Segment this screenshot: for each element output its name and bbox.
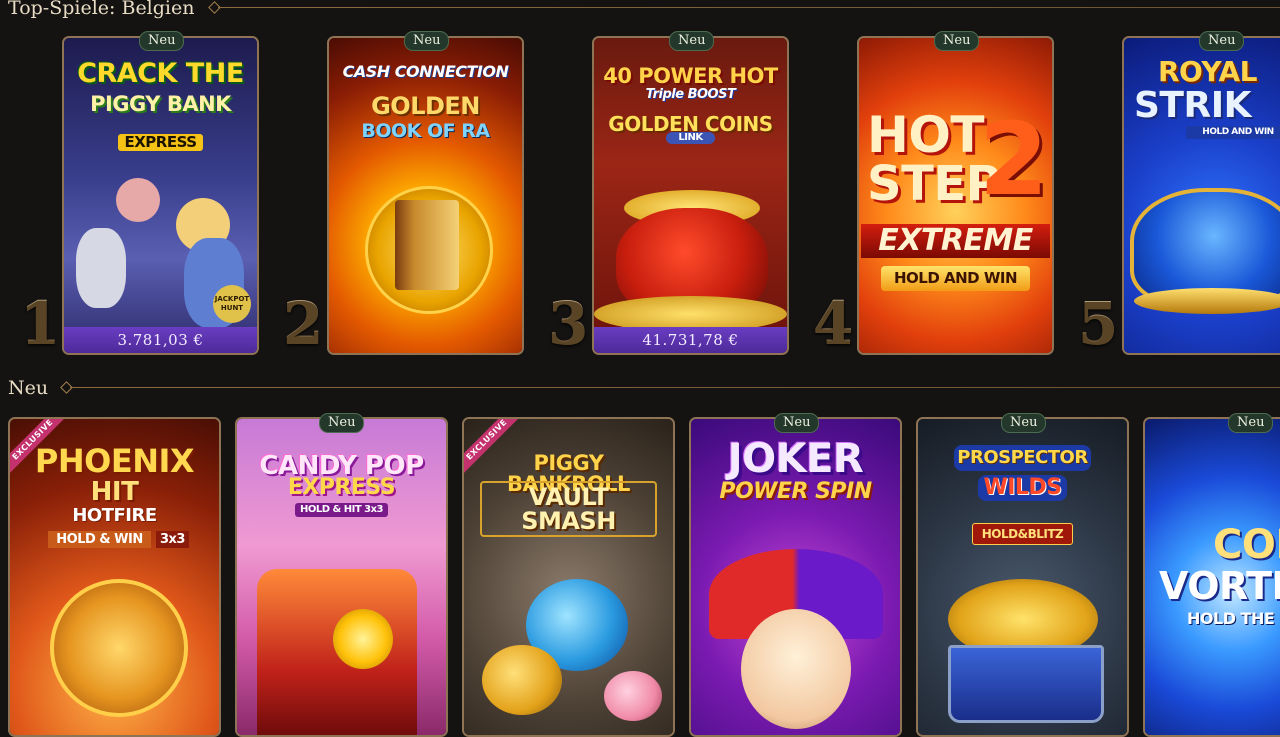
header-divider bbox=[70, 387, 1280, 388]
rank-number: 5 bbox=[1078, 289, 1119, 357]
game-title: ROYAL bbox=[1158, 55, 1257, 88]
game-subtitle: HOLD AND WIN bbox=[1186, 126, 1280, 139]
game-title: BOOK OF RA bbox=[361, 120, 490, 142]
game-subtitle: POWER SPIN bbox=[719, 479, 872, 504]
game-subtitle: EXPRESS bbox=[118, 134, 203, 151]
game-subtitle: HOLD & HIT 3x3 bbox=[295, 503, 388, 517]
game-subtitle: HOLD&BLITZ bbox=[972, 523, 1073, 545]
game-subtitle: 3x3 bbox=[156, 531, 189, 548]
game-title: 40 POWER HOT bbox=[603, 64, 778, 88]
jackpot-hunt-logo: JACKPOT HUNT bbox=[213, 285, 251, 323]
new-badge: Neu bbox=[669, 31, 715, 51]
game-title: PHOENIX bbox=[34, 442, 195, 480]
game-card-golden-book-of-ra[interactable]: CASH CONNECTION GOLDEN BOOK OF RA bbox=[327, 36, 524, 355]
game-card-piggy-bankroll-vault-smash[interactable]: EXCLUSIVE PIGGY BANKROLL VAULT SMASH bbox=[462, 417, 675, 737]
game-title: STRIK bbox=[1134, 85, 1252, 126]
new-badge: Neu bbox=[934, 31, 980, 51]
game-title: EXPRESS bbox=[287, 475, 396, 500]
game-title: PROSPECTOR bbox=[954, 445, 1091, 471]
rank-number: 3 bbox=[548, 289, 589, 357]
pig-character bbox=[116, 178, 160, 222]
game-title: JOKER bbox=[727, 436, 864, 482]
new-badge: Neu bbox=[1228, 413, 1274, 433]
character-figure bbox=[76, 228, 126, 308]
game-card-hot-step-2-extreme[interactable]: HOT STEP 2 EXTREME HOLD AND WIN bbox=[857, 36, 1054, 355]
pink-piggy bbox=[604, 671, 662, 721]
game-subtitle: EXTREME bbox=[861, 224, 1050, 258]
new-badge: Neu bbox=[404, 31, 450, 51]
game-card-prospector-wilds[interactable]: PROSPECTOR WILDS HOLD&BLITZ bbox=[916, 417, 1129, 737]
game-subtitle: Triple BOOST bbox=[645, 87, 736, 102]
game-title: 2 bbox=[978, 101, 1049, 218]
new-badge: Neu bbox=[1001, 413, 1047, 433]
game-title: PIGGY BANK bbox=[90, 92, 231, 116]
game-title: WILDS bbox=[978, 475, 1067, 501]
game-title: GOLDEN bbox=[371, 92, 480, 120]
rank-number: 1 bbox=[20, 289, 61, 357]
game-title: CRACK THE bbox=[77, 58, 244, 89]
game-title: VAULT SMASH bbox=[480, 481, 657, 537]
gold-piggy bbox=[482, 645, 562, 715]
game-subtitle: HOLD AND WIN bbox=[881, 266, 1030, 291]
game-card-40-power-hot[interactable]: 40 POWER HOT Triple BOOST GOLDEN COINS L… bbox=[592, 36, 789, 355]
phoenix-coin bbox=[50, 579, 188, 717]
rank-number: 2 bbox=[283, 289, 324, 357]
game-card-crack-the-piggy-bank[interactable]: CRACK THE PIGGY BANK EXPRESS JACKPOT HUN… bbox=[62, 36, 259, 355]
game-title: GOLDEN COINS bbox=[608, 112, 773, 136]
game-subtitle: HOLD THE bbox=[1187, 609, 1275, 628]
top-games-header: Top-Spiele: Belgien bbox=[0, 0, 1280, 19]
mine-cart bbox=[948, 645, 1104, 723]
new-badge: Neu bbox=[774, 413, 820, 433]
game-title: HIT bbox=[90, 477, 139, 507]
joker-face bbox=[741, 609, 851, 729]
game-subtitle: HOLD & WIN bbox=[48, 531, 151, 548]
train-headlight bbox=[333, 609, 393, 669]
game-card-joker-power-spin[interactable]: JOKER POWER SPIN bbox=[689, 417, 902, 737]
game-title: CASH CONNECTION bbox=[342, 62, 509, 81]
new-badge: Neu bbox=[139, 31, 185, 51]
game-title: COI bbox=[1213, 522, 1280, 568]
game-subtitle: HOTFIRE bbox=[72, 505, 157, 526]
book-of-ra-icon bbox=[395, 200, 459, 290]
game-card-candy-pop-express[interactable]: CANDY POP EXPRESS HOLD & HIT 3x3 bbox=[235, 417, 448, 737]
new-badge: Neu bbox=[1199, 31, 1245, 51]
jackpot-amount: 3.781,03 € bbox=[64, 327, 257, 353]
game-card-royal-strike[interactable]: ROYAL STRIK HOLD AND WIN bbox=[1122, 36, 1280, 355]
game-title: VORTE bbox=[1159, 564, 1280, 608]
new-badge: Neu bbox=[319, 413, 365, 433]
jackpot-amount: 41.731,78 € bbox=[594, 327, 787, 353]
section-title-new: Neu bbox=[8, 377, 49, 399]
game-card-coin-vortex[interactable]: COI VORTE HOLD THE bbox=[1143, 417, 1280, 737]
game-title: HOT bbox=[867, 106, 984, 164]
header-divider bbox=[218, 7, 1280, 8]
section-title-top: Top-Spiele: Belgien bbox=[8, 0, 195, 19]
game-subtitle: LINK bbox=[666, 132, 715, 144]
crown-band bbox=[1134, 288, 1280, 314]
rank-number: 4 bbox=[813, 289, 854, 357]
game-card-phoenix-hit[interactable]: EXCLUSIVE PHOENIX HIT HOTFIRE HOLD & WIN… bbox=[8, 417, 221, 737]
new-games-header: Neu bbox=[0, 377, 1280, 399]
